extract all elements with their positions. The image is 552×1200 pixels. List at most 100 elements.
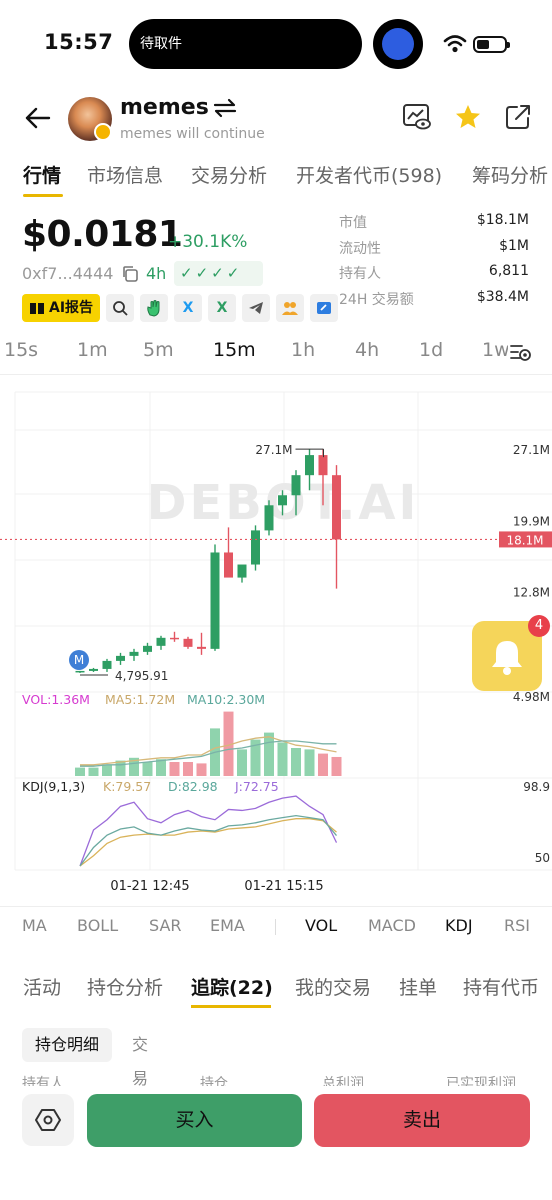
candle-body bbox=[305, 455, 314, 476]
activity-tabs: 活动 持仓分析 追踪(22) 我的交易 挂单 持有代币 bbox=[0, 968, 552, 1012]
tab-chip-analysis[interactable]: 筹码分析 bbox=[472, 161, 548, 188]
divider bbox=[275, 919, 276, 935]
buy-button[interactable]: 买入 bbox=[87, 1094, 302, 1147]
token-header: memes memes will continue bbox=[0, 90, 552, 150]
settings-button[interactable] bbox=[22, 1094, 74, 1146]
tab-orders[interactable]: 挂单 bbox=[399, 973, 437, 1000]
indicator-vol[interactable]: VOL bbox=[305, 916, 337, 935]
tab-activity[interactable]: 活动 bbox=[23, 973, 61, 1000]
stat-row: 24H 交易额 $38.4M bbox=[339, 289, 529, 315]
kdj-axis-label: 98.9 bbox=[523, 780, 550, 794]
interval-15s[interactable]: 15s bbox=[4, 339, 38, 361]
stat-row: 流动性 $1M bbox=[339, 238, 529, 264]
community-icon[interactable] bbox=[276, 294, 305, 322]
volume-bar bbox=[102, 764, 112, 776]
interval-selector: 15s 1m 5m 15m 1h 4h 1d 1w bbox=[0, 334, 552, 370]
back-arrow-icon[interactable] bbox=[22, 102, 54, 134]
security-checks[interactable]: ✓✓✓✓ bbox=[174, 261, 263, 286]
interval-15m[interactable]: 15m bbox=[213, 339, 256, 361]
volume-bar bbox=[196, 763, 207, 776]
indicator-macd[interactable]: MACD bbox=[368, 916, 416, 935]
divider bbox=[0, 374, 552, 375]
active-tab-indicator bbox=[191, 1005, 271, 1008]
volume-bar bbox=[264, 732, 274, 776]
indicator-ma[interactable]: MA bbox=[22, 916, 47, 935]
chart-settings-icon[interactable] bbox=[508, 340, 532, 364]
candle-body bbox=[89, 668, 98, 671]
low-marker-label: 4,795.91 bbox=[115, 669, 168, 683]
token-price: $0.0181 bbox=[22, 214, 183, 255]
tab-market-info[interactable]: 市场信息 bbox=[87, 161, 163, 188]
subtab-holdings[interactable]: 持仓明细 bbox=[22, 1028, 112, 1062]
indicator-kdj[interactable]: KDJ bbox=[445, 916, 473, 935]
contract-address: 0xf7...4444 bbox=[22, 264, 114, 283]
star-icon[interactable] bbox=[454, 103, 482, 131]
wifi-icon bbox=[443, 35, 467, 53]
x-axis-label: 01-21 15:15 bbox=[244, 879, 323, 894]
interval-1d[interactable]: 1d bbox=[419, 339, 443, 361]
price-axis-label: 19.9M bbox=[513, 514, 550, 528]
x-twitter-icon[interactable]: X bbox=[174, 294, 203, 322]
candle-body bbox=[129, 651, 139, 656]
price-chart[interactable]: DEBOT.AI 18.1M27.1M19.9M12.8M4.98M27.1M4… bbox=[0, 376, 552, 906]
indicator-selector: MA BOLL SAR EMA VOL MACD KDJ RSI bbox=[0, 906, 552, 944]
candle-body bbox=[116, 655, 125, 661]
indicator-boll[interactable]: BOLL bbox=[77, 916, 118, 935]
active-tab-indicator bbox=[23, 194, 63, 197]
tab-held-tokens[interactable]: 持有代币 bbox=[463, 973, 539, 1000]
interval-1h[interactable]: 1h bbox=[291, 339, 315, 361]
tab-market[interactable]: 行情 bbox=[23, 161, 61, 188]
interval-1w[interactable]: 1w bbox=[482, 339, 510, 361]
hand-icon[interactable] bbox=[140, 294, 169, 322]
share-icon[interactable] bbox=[504, 103, 532, 131]
telegram-icon[interactable] bbox=[242, 294, 271, 322]
volume-bar bbox=[237, 749, 247, 776]
sell-button[interactable]: 卖出 bbox=[314, 1094, 530, 1147]
current-price-label: 18.1M bbox=[506, 533, 543, 547]
stat-row: 持有人 6,811 bbox=[339, 263, 529, 289]
candle-body bbox=[197, 646, 206, 649]
interval-1m[interactable]: 1m bbox=[77, 339, 108, 361]
search-icon[interactable] bbox=[106, 294, 135, 322]
candle-body bbox=[224, 552, 233, 578]
indicator-ema[interactable]: EMA bbox=[210, 916, 245, 935]
candle-body bbox=[318, 455, 328, 476]
candle-body bbox=[332, 475, 341, 540]
volume-bar bbox=[304, 749, 315, 776]
candle-body bbox=[251, 530, 260, 565]
tab-holding-analysis[interactable]: 持仓分析 bbox=[87, 973, 163, 1000]
verified-badge-icon bbox=[94, 123, 112, 141]
kdj-legend: D:82.98 bbox=[168, 779, 218, 794]
volume-bar bbox=[142, 762, 153, 776]
action-bar: 买入 卖出 bbox=[0, 1086, 552, 1200]
interval-5m[interactable]: 5m bbox=[143, 339, 174, 361]
island-app-icon[interactable] bbox=[373, 19, 423, 69]
candle-body bbox=[264, 505, 274, 531]
interval-4h[interactable]: 4h bbox=[355, 339, 379, 361]
chart-watch-icon[interactable] bbox=[402, 103, 432, 131]
x-search-icon[interactable]: X bbox=[208, 294, 237, 322]
stat-value: $1M bbox=[499, 237, 529, 254]
dynamic-island[interactable]: 待取件 bbox=[129, 19, 362, 69]
kdj-k-line bbox=[79, 814, 337, 867]
ai-report-button[interactable]: AI报告 bbox=[22, 294, 101, 322]
copy-icon[interactable] bbox=[121, 265, 139, 283]
volume-bar bbox=[156, 759, 166, 776]
volume-bar bbox=[169, 762, 180, 776]
tab-tracking[interactable]: 追踪(22) bbox=[191, 973, 273, 1000]
stat-label: 持有人 bbox=[339, 266, 381, 282]
price-axis-label: 27.1M bbox=[513, 443, 550, 457]
candle-body bbox=[237, 564, 247, 578]
tab-developer-tokens[interactable]: 开发者代币(598) bbox=[296, 161, 442, 188]
stat-label: 流动性 bbox=[339, 240, 381, 257]
edit-icon[interactable] bbox=[310, 294, 339, 322]
volume-bar bbox=[88, 767, 99, 776]
tab-my-trades[interactable]: 我的交易 bbox=[295, 973, 371, 1000]
indicator-sar[interactable]: SAR bbox=[149, 916, 182, 935]
ai-report-label: AI报告 bbox=[49, 300, 94, 316]
stat-value: $38.4M bbox=[476, 288, 529, 305]
tab-trade-analysis[interactable]: 交易分析 bbox=[191, 161, 267, 188]
indicator-rsi[interactable]: RSI bbox=[504, 916, 530, 935]
dev-marker-label: M bbox=[74, 653, 84, 667]
swap-icon[interactable] bbox=[212, 98, 238, 118]
